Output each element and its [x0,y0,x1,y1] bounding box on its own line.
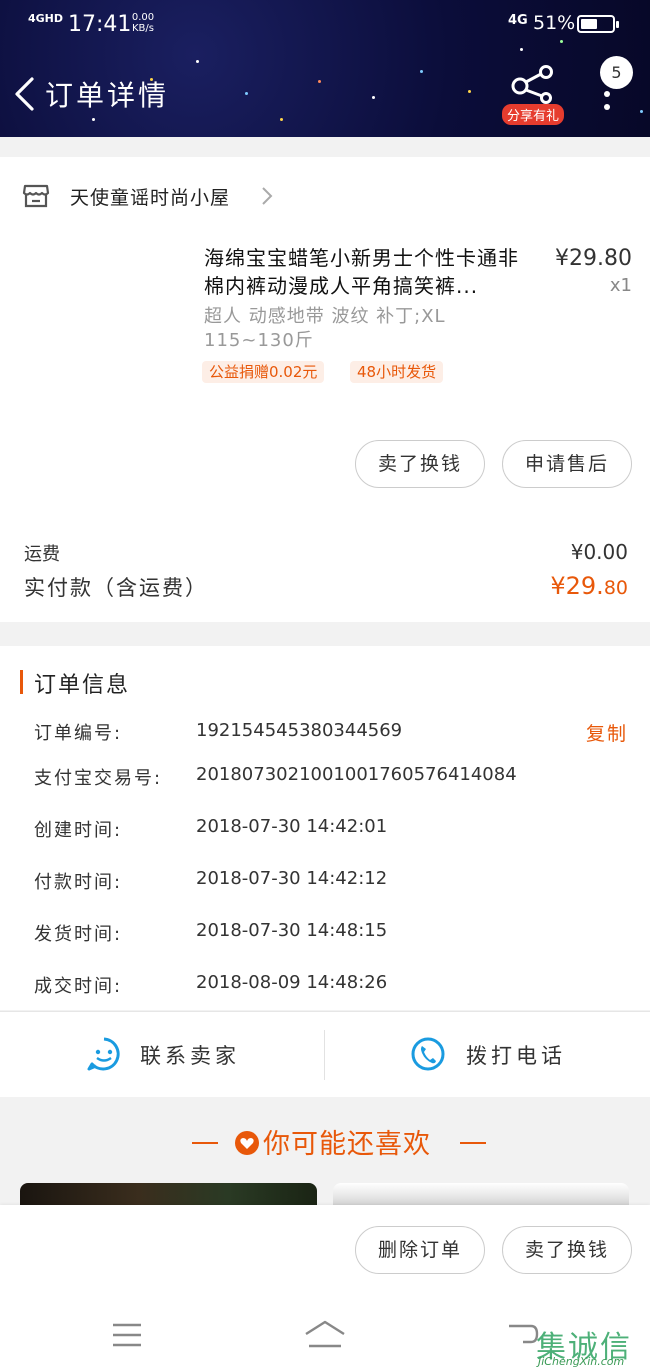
created-time-value: 2018-07-30 14:42:01 [196,816,388,837]
shipping-label: 运费 [24,544,60,565]
alipay-trade-label: 支付宝交易号: [34,768,163,789]
product-quantity: x1 [609,275,632,296]
network-speed-unit: KB/s [132,23,154,34]
contact-seller-button[interactable]: 联系卖家 [140,1040,240,1070]
phone-icon[interactable] [410,1036,446,1072]
page-title: 订单详情 [45,79,170,112]
paid-label: 实付款（含运费） [24,576,208,600]
shipped-time-label: 发货时间: [34,924,123,945]
store-icon [22,184,50,208]
share-reward-badge[interactable]: 分享有礼 [502,104,565,125]
delete-order-button[interactable]: 删除订单 [355,1226,485,1274]
battery-icon [577,15,619,33]
recommend-heading: 你可能还喜欢 [0,1122,650,1161]
shipping-time-tag: 48小时发货 [350,361,444,383]
after-sale-button[interactable]: 申请售后 [502,440,632,488]
network-speed: 0.00 KB/s [128,12,158,34]
network-speed-value: 0.00 [131,12,155,23]
back-arrow-icon[interactable] [12,76,40,112]
completed-time-label: 成交时间: [34,976,123,997]
paid-amount: ¥29.80 [520,572,628,600]
shop-name[interactable]: 天使童谣时尚小屋 [70,183,230,210]
menu-icon[interactable] [112,1322,142,1348]
paid-time-value: 2018-07-30 14:42:12 [196,868,388,889]
product-spec: 超人 动感地带 波纹 补丁;XL 115~130斤 [204,306,446,351]
watermark-text: JiChengXin.com [538,1355,625,1368]
battery-percent: 51% [533,12,576,34]
created-time-label: 创建时间: [34,820,123,841]
resell-button[interactable]: 卖了换钱 [355,440,485,488]
chevron-right-icon[interactable] [260,186,274,206]
alipay-trade-value: 2018073021001001760576414084 [196,764,517,785]
paid-time-label: 付款时间: [34,872,123,893]
product-title[interactable]: 海绵宝宝蜡笔小新男士个性卡通非棉内裤动漫成人平角搞笑裤... [204,244,534,300]
network-type: 4G [508,13,528,28]
share-icon[interactable] [508,64,554,104]
signal-indicator: 4GHD [28,12,64,25]
paid-amount-main: ¥29. [550,572,604,600]
charity-tag: 公益捐赠0.02元 [202,361,325,383]
call-phone-button[interactable]: 拨打电话 [466,1040,566,1070]
order-number-label: 订单编号: [34,723,123,744]
copy-order-number-button[interactable]: 复制 [586,719,628,746]
recommend-heading-text: 你可能还喜欢 [263,1129,431,1160]
divider [324,1030,325,1080]
paid-amount-cents: 80 [603,577,628,599]
product-price: ¥29.80 [555,246,632,271]
shipped-time-value: 2018-07-30 14:48:15 [196,920,388,941]
order-number-value: 192154545380344569 [196,720,403,741]
completed-time-value: 2018-08-09 14:48:26 [196,972,388,993]
chat-seller-icon[interactable] [86,1036,122,1072]
home-icon[interactable] [303,1318,347,1350]
system-back-icon[interactable] [505,1320,539,1348]
notification-badge[interactable]: 5 [600,56,633,89]
order-info-heading: 订单信息 [34,673,131,698]
status-time: 17:41 [68,12,132,37]
resell-button-bottom[interactable]: 卖了换钱 [502,1226,632,1274]
section-accent-bar [20,670,23,694]
shipping-value: ¥0.00 [570,540,628,564]
status-bar: 4GHD 17:41 0.00 KB/s 4G 51% [0,0,650,50]
